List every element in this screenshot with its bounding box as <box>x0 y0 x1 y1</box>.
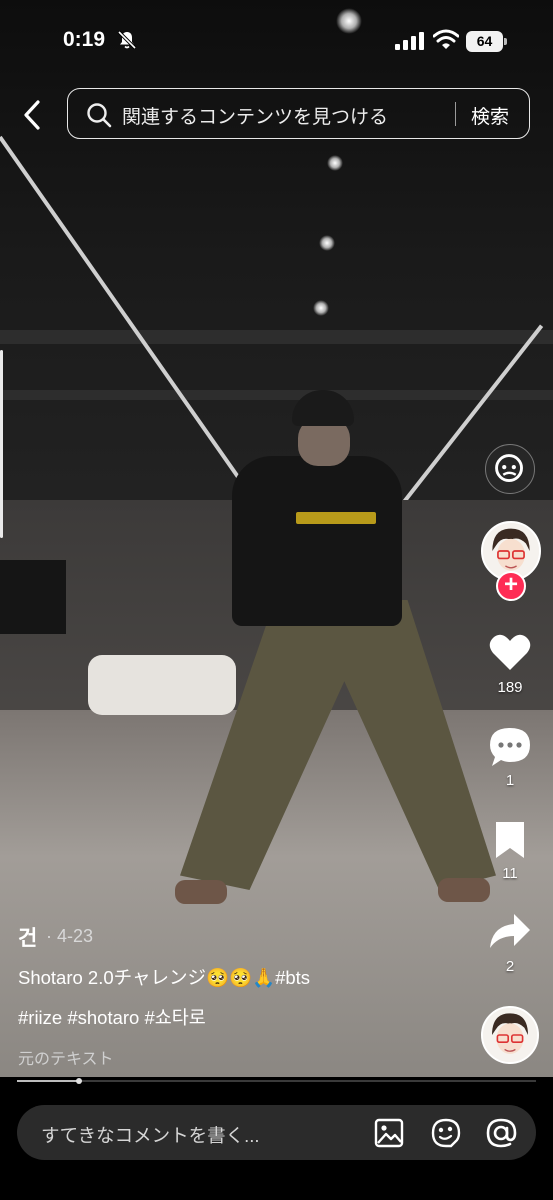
comment-input[interactable]: すてきなコメントを書く... <box>17 1105 536 1160</box>
side-swipe-handle[interactable] <box>0 350 3 538</box>
image-icon[interactable] <box>373 1117 405 1149</box>
shirt-print <box>296 512 376 524</box>
tv-screen <box>0 560 66 634</box>
search-input[interactable]: 関連するコンテンツを見つける <box>122 102 388 129</box>
scan-icon <box>495 454 523 482</box>
status-bar: 0:19 64 <box>0 0 553 80</box>
comment-count: 1 <box>505 772 515 789</box>
wifi-icon <box>433 29 459 49</box>
author-name[interactable]: 건 <box>18 922 37 952</box>
progress-fill <box>17 1080 80 1082</box>
comment-placeholder: すてきなコメントを書く... <box>41 1125 260 1146</box>
sticker-icon[interactable] <box>430 1117 462 1149</box>
mention-icon[interactable] <box>485 1117 517 1149</box>
dancer-shoe <box>175 880 227 904</box>
ceiling-beam <box>0 390 553 400</box>
original-text-link[interactable]: 元のテキスト <box>18 1045 114 1069</box>
like-count: 189 <box>497 679 523 696</box>
comment-icon[interactable] <box>488 726 532 768</box>
search-bar[interactable]: 関連するコンテンツを見つける 検索 <box>67 88 530 139</box>
sofa <box>88 655 236 715</box>
battery-tip <box>504 38 507 45</box>
caption-hashtags[interactable]: #riize #shotaro #쇼타로 <box>18 1004 206 1030</box>
ceiling-light <box>313 300 329 316</box>
share-icon[interactable] <box>488 912 532 952</box>
mute-icon <box>117 30 137 50</box>
post-date: · 4-23 <box>46 926 94 946</box>
sound-avatar[interactable] <box>481 1006 539 1064</box>
video-player[interactable] <box>0 0 553 1077</box>
ceiling-beam <box>0 330 553 344</box>
dancer-torso <box>232 456 402 626</box>
share-count: 2 <box>505 958 515 975</box>
search-icon <box>87 103 112 128</box>
bottom-bar: すてきなコメントを書く... <box>0 1086 553 1200</box>
save-count: 11 <box>502 865 518 882</box>
search-button[interactable]: 検索 <box>471 102 509 129</box>
heart-icon[interactable] <box>488 632 532 672</box>
ceiling-light <box>327 155 343 171</box>
battery-indicator: 64 <box>466 31 508 52</box>
follow-button[interactable]: + <box>496 571 526 601</box>
status-time: 0:19 <box>63 28 106 51</box>
search-divider <box>455 102 456 126</box>
caption-line-1[interactable]: Shotaro 2.0チャレンジ🥺🥺🙏#bts <box>18 964 310 990</box>
sound-avatar-illustration <box>483 1008 537 1062</box>
back-icon[interactable] <box>18 98 48 132</box>
ceiling-light <box>319 235 335 251</box>
battery-level: 64 <box>466 31 503 52</box>
progress-knob[interactable] <box>76 1078 83 1084</box>
scan-button[interactable] <box>485 444 535 494</box>
bookmark-icon[interactable] <box>494 820 526 860</box>
signal-icon <box>395 32 424 50</box>
progress-bar[interactable] <box>17 1078 536 1084</box>
